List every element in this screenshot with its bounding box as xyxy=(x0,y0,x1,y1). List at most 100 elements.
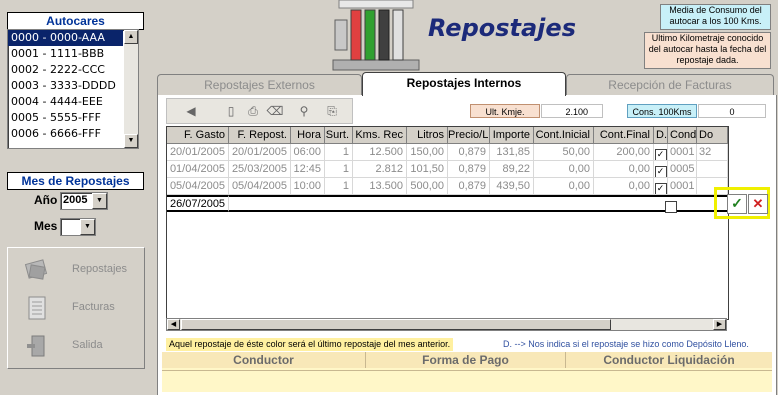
grid-cell[interactable]: 150,00 xyxy=(407,144,448,161)
grid-cell[interactable]: 500,00 xyxy=(407,178,448,195)
autocar-list-item[interactable]: 0003 - 3333-DDDD xyxy=(8,78,123,94)
new-record-icon[interactable]: ▯ xyxy=(222,102,240,120)
gas-pump-icon xyxy=(332,0,420,71)
autocar-list-item[interactable]: 0000 - 0000-AAA xyxy=(8,30,123,46)
grid-cell[interactable]: 05/04/2005 xyxy=(229,178,291,195)
print-icon[interactable]: ⎙ xyxy=(244,102,262,120)
grid-cell[interactable]: 13.500 xyxy=(353,178,407,195)
grid-cell[interactable]: 01/04/2005 xyxy=(167,161,229,178)
chevron-down-icon[interactable]: ▼ xyxy=(80,219,95,235)
export-icon[interactable]: ⎘ xyxy=(323,102,341,120)
grid-cell[interactable]: 200,00 xyxy=(594,144,654,161)
checkmark-icon: ✓ xyxy=(654,166,667,177)
grid-cell[interactable] xyxy=(697,161,728,178)
grid-header-cell[interactable]: Cond. xyxy=(668,127,697,144)
grid-cell[interactable]: 20/01/2005 xyxy=(229,144,291,161)
grid-cell[interactable]: 0001 xyxy=(668,144,697,161)
repostajes-button[interactable]: Repostajes xyxy=(16,254,136,286)
grid-cell[interactable]: 20/01/2005 xyxy=(167,144,229,161)
salida-label: Salida xyxy=(72,339,103,351)
scroll-down-icon[interactable]: ▼ xyxy=(124,134,138,148)
autocar-list-item[interactable]: 0005 - 5555-FFF xyxy=(8,110,123,126)
autocar-list-item[interactable]: 0004 - 4444-EEE xyxy=(8,94,123,110)
new-row-deposito-checkbox[interactable] xyxy=(665,199,677,214)
grid-cell[interactable]: 32 xyxy=(697,144,728,161)
grid-cell[interactable]: 10:00 xyxy=(291,178,325,195)
tab-repostajes-internos[interactable]: Repostajes Internos xyxy=(362,72,566,96)
scroll-up-icon[interactable]: ▲ xyxy=(124,30,138,44)
grid-header-cell[interactable]: Cont.Inicial xyxy=(534,127,594,144)
grid-header-cell[interactable]: Hora xyxy=(291,127,325,144)
confirm-check-icon[interactable]: ✓ xyxy=(727,194,747,214)
scroll-right-icon[interactable]: ▶ xyxy=(713,319,726,330)
new-row[interactable] xyxy=(229,195,728,212)
deposito-lleno-checkbox[interactable]: ✓ xyxy=(654,161,668,178)
conductor-header: Conductor xyxy=(162,352,366,368)
grid-cell[interactable]: 1 xyxy=(325,161,353,178)
new-row-date-input[interactable]: 26/07/2005 xyxy=(167,195,229,212)
grid-cell[interactable]: 12.500 xyxy=(353,144,407,161)
nav-panel: Repostajes Facturas Salida xyxy=(7,247,145,369)
deposito-lleno-checkbox[interactable]: ✓ xyxy=(654,144,668,161)
autocar-list-item[interactable]: 0006 - 6666-FFF xyxy=(8,126,123,142)
autocar-list-item[interactable]: 0001 - 1111-BBB xyxy=(8,46,123,62)
grid-cell[interactable]: 131,85 xyxy=(490,144,534,161)
facturas-button[interactable]: Facturas xyxy=(16,292,136,324)
grid-cell[interactable]: 05/04/2005 xyxy=(167,178,229,195)
salida-button[interactable]: Salida xyxy=(16,330,136,362)
autocares-title: Autocares xyxy=(7,12,144,30)
grid-cell[interactable]: 0,00 xyxy=(594,178,654,195)
grid-cell[interactable]: 0001 xyxy=(668,178,697,195)
ano-label: Año xyxy=(34,193,58,207)
grid-cell[interactable]: 0,879 xyxy=(448,178,490,195)
grid-header-cell[interactable]: Kms. Rec xyxy=(353,127,407,144)
grid-header-cell[interactable]: Surt. xyxy=(325,127,353,144)
scroll-thumb[interactable] xyxy=(181,319,611,330)
grid-header-cell[interactable]: Importe xyxy=(490,127,534,144)
tab-repostajes-externos[interactable]: Repostajes Externos xyxy=(157,74,362,95)
grid-cell[interactable]: 2.812 xyxy=(353,161,407,178)
ano-select[interactable]: 2005 ▼ xyxy=(60,192,108,210)
back-arrow-icon[interactable]: ◀ xyxy=(182,102,200,120)
scroll-left-icon[interactable]: ◀ xyxy=(167,319,180,330)
tab-recepcion-facturas[interactable]: Recepción de Facturas xyxy=(566,74,774,95)
cancel-x-icon[interactable]: ✕ xyxy=(748,194,768,214)
binoculars-icon[interactable]: ⚲ xyxy=(295,102,313,120)
grid-header-cell[interactable]: Cont.Final xyxy=(594,127,654,144)
grid-header-cell[interactable]: F. Repost. xyxy=(229,127,291,144)
cons-100kms-value: 0 xyxy=(698,104,766,118)
repostajes-grid[interactable]: F. Gasto F. Repost. Hora Surt. Kms. Rec Litro… xyxy=(166,126,729,320)
bottom-row[interactable] xyxy=(162,370,772,389)
deposito-lleno-checkbox[interactable]: ✓ xyxy=(654,178,668,195)
fuel-ticket-icon xyxy=(24,259,48,280)
grid-hscrollbar[interactable]: ◀ ▶ xyxy=(166,318,727,331)
grid-cell[interactable]: 50,00 xyxy=(534,144,594,161)
grid-cell[interactable]: 1 xyxy=(325,178,353,195)
checkmark-icon: ✓ xyxy=(654,183,667,194)
grid-header-cell[interactable]: Do xyxy=(697,127,728,144)
grid-header-cell[interactable]: Precio/L xyxy=(448,127,490,144)
grid-cell[interactable]: 1 xyxy=(325,144,353,161)
grid-cell[interactable]: 439,50 xyxy=(490,178,534,195)
grid-cell[interactable]: 0,00 xyxy=(534,161,594,178)
grid-cell[interactable]: 25/03/2005 xyxy=(229,161,291,178)
repostajes-label: Repostajes xyxy=(72,263,128,275)
chevron-down-icon[interactable]: ▼ xyxy=(92,193,107,209)
grid-cell[interactable]: 0,879 xyxy=(448,161,490,178)
grid-cell[interactable]: 101,50 xyxy=(407,161,448,178)
grid-cell[interactable]: 06:00 xyxy=(291,144,325,161)
mes-select[interactable]: ▼ xyxy=(60,218,96,236)
grid-header-cell[interactable]: Litros xyxy=(407,127,448,144)
autocares-list[interactable]: 0000 - 0000-AAA 0001 - 1111-BBB 0002 - 222… xyxy=(7,29,139,149)
grid-cell[interactable]: 0,00 xyxy=(534,178,594,195)
eraser-icon[interactable]: ⌫ xyxy=(266,102,284,120)
grid-cell[interactable]: 0005 xyxy=(668,161,697,178)
grid-header-cell[interactable]: F. Gasto xyxy=(167,127,229,144)
grid-cell[interactable]: 89,22 xyxy=(490,161,534,178)
autocar-list-item[interactable]: 0002 - 2222-CCC xyxy=(8,62,123,78)
grid-header-cell[interactable]: D. xyxy=(654,127,668,144)
grid-cell[interactable]: 0,00 xyxy=(594,161,654,178)
autocares-scrollbar[interactable]: ▲ ▼ xyxy=(124,30,138,148)
grid-cell[interactable]: 0,879 xyxy=(448,144,490,161)
grid-cell[interactable]: 12:45 xyxy=(291,161,325,178)
